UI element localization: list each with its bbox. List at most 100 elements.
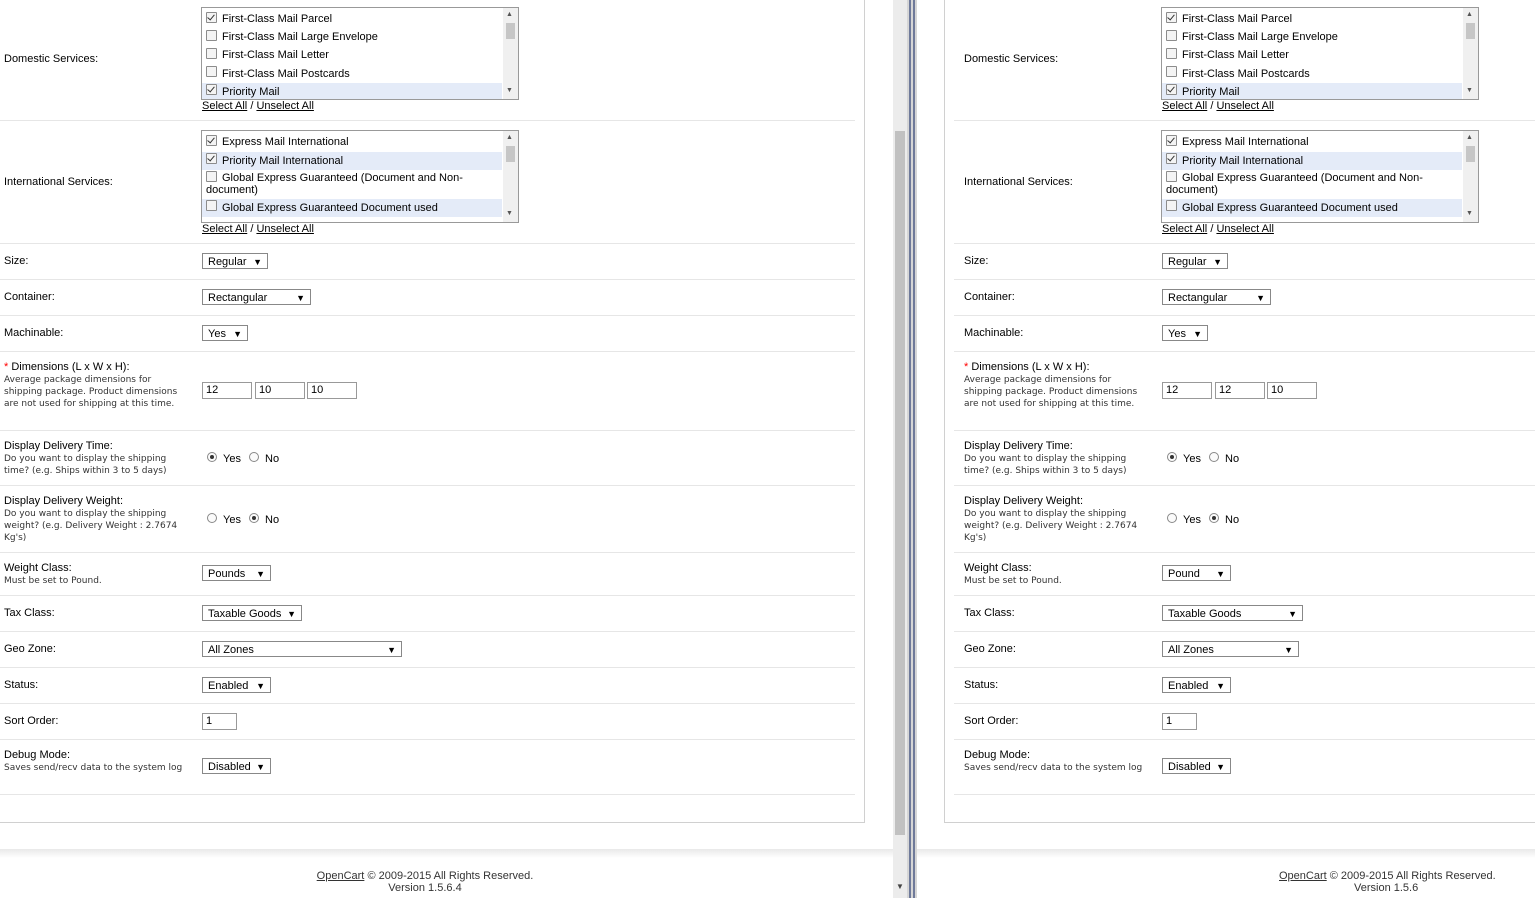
container-select[interactable]: Rectangular ▼ <box>1162 289 1271 305</box>
delivery-time-no-radio[interactable] <box>249 452 259 462</box>
unselect-all-link[interactable]: Unselect All <box>1216 223 1273 235</box>
unselect-all-link[interactable]: Unselect All <box>256 223 313 235</box>
tax-class-select[interactable]: Taxable Goods ▼ <box>202 605 302 621</box>
checkbox[interactable] <box>206 66 217 77</box>
delivery-time-no-radio[interactable] <box>1209 452 1219 462</box>
list-item[interactable]: Global Express Guaranteed Document used <box>1162 199 1462 217</box>
unselect-all-link[interactable]: Unselect All <box>256 100 313 112</box>
machinable-select[interactable]: Yes ▼ <box>1162 325 1208 341</box>
scroll-down-icon[interactable]: ▼ <box>506 210 513 218</box>
geo-zone-select[interactable]: All Zones ▼ <box>1162 641 1299 657</box>
scroll-thumb[interactable] <box>506 23 515 39</box>
checkbox[interactable] <box>206 200 217 211</box>
weight-class-select[interactable]: Pounds ▼ <box>202 565 271 581</box>
checkbox[interactable] <box>1166 135 1177 146</box>
international-services-list[interactable]: Express Mail International Priority Mail… <box>201 130 519 223</box>
list-item[interactable]: Priority Mail <box>1162 83 1462 99</box>
scroll-down-icon[interactable]: ▼ <box>1466 87 1473 95</box>
checkbox[interactable] <box>206 135 217 146</box>
list-item[interactable]: Express Mail International <box>1162 134 1462 152</box>
opencart-link[interactable]: OpenCart <box>1279 870 1327 882</box>
debug-mode-select[interactable]: Disabled ▼ <box>202 758 271 774</box>
list-item[interactable]: Global Express Guaranteed Document used <box>202 199 502 217</box>
status-select[interactable]: Enabled ▼ <box>1162 677 1231 693</box>
list-item[interactable]: First-Class Mail Parcel <box>1162 11 1462 29</box>
list-item[interactable]: First-Class Mail Large Envelope <box>202 29 502 47</box>
checkbox[interactable] <box>1166 200 1177 211</box>
checkbox[interactable] <box>206 153 217 164</box>
list-item[interactable]: Priority Mail <box>202 83 502 99</box>
scroll-thumb[interactable] <box>1466 23 1475 39</box>
list-item[interactable]: Global Express Guaranteed (Document and … <box>1162 170 1462 198</box>
debug-mode-select[interactable]: Disabled ▼ <box>1162 758 1231 774</box>
dimension-length-input[interactable]: 12 <box>1162 382 1212 399</box>
sort-order-input[interactable]: 1 <box>202 713 237 730</box>
dimension-height-input[interactable]: 10 <box>307 382 357 399</box>
page-scrollbar[interactable]: ▼ <box>893 0 907 898</box>
list-item[interactable]: Global Express Guaranteed (Document and … <box>202 170 502 198</box>
select-all-link[interactable]: Select All <box>202 223 247 235</box>
scroll-down-icon[interactable]: ▼ <box>506 87 513 95</box>
domestic-services-list[interactable]: First-Class Mail Parcel First-Class Mail… <box>1161 7 1479 100</box>
scroll-thumb[interactable] <box>895 131 905 835</box>
select-all-link[interactable]: Select All <box>1162 100 1207 112</box>
list-item[interactable]: Priority Mail International <box>202 152 502 170</box>
international-services-list[interactable]: Express Mail International Priority Mail… <box>1161 130 1479 223</box>
list-item[interactable]: First-Class Mail Letter <box>1162 47 1462 65</box>
checkbox[interactable] <box>1166 84 1177 95</box>
scroll-up-icon[interactable]: ▲ <box>506 11 513 19</box>
unselect-all-link[interactable]: Unselect All <box>1216 100 1273 112</box>
checkbox[interactable] <box>206 48 217 59</box>
checkbox[interactable] <box>206 12 217 23</box>
checkbox[interactable] <box>1166 153 1177 164</box>
geo-zone-select[interactable]: All Zones ▼ <box>202 641 402 657</box>
list-item[interactable]: First-Class Mail Letter <box>202 47 502 65</box>
status-select[interactable]: Enabled ▼ <box>202 677 271 693</box>
list-scrollbar[interactable]: ▲ ▼ <box>1463 131 1478 222</box>
delivery-weight-yes-radio[interactable] <box>207 513 217 523</box>
list-item[interactable]: First-Class Mail Parcel <box>202 11 502 29</box>
dimension-length-input[interactable]: 12 <box>202 382 252 399</box>
sort-order-input[interactable]: 1 <box>1162 713 1197 730</box>
size-select[interactable]: Regular ▼ <box>202 253 268 269</box>
scroll-down-icon[interactable]: ▼ <box>1466 210 1473 218</box>
checkbox[interactable] <box>206 84 217 95</box>
checkbox[interactable] <box>1166 12 1177 23</box>
delivery-weight-no-radio[interactable] <box>249 513 259 523</box>
list-scrollbar[interactable]: ▲ ▼ <box>503 131 518 222</box>
tax-class-select[interactable]: Taxable Goods ▼ <box>1162 605 1303 621</box>
dimension-height-input[interactable]: 10 <box>1267 382 1317 399</box>
delivery-weight-yes-radio[interactable] <box>1167 513 1177 523</box>
scroll-down-icon[interactable]: ▼ <box>896 882 904 891</box>
list-item[interactable]: Express Mail International <box>202 134 502 152</box>
machinable-select[interactable]: Yes ▼ <box>202 325 248 341</box>
split-divider[interactable] <box>907 0 917 898</box>
size-select[interactable]: Regular ▼ <box>1162 253 1228 269</box>
checkbox[interactable] <box>1166 48 1177 59</box>
scroll-up-icon[interactable]: ▲ <box>1466 134 1473 142</box>
delivery-time-yes-radio[interactable] <box>1167 452 1177 462</box>
delivery-time-yes-radio[interactable] <box>207 452 217 462</box>
opencart-link[interactable]: OpenCart <box>317 870 365 882</box>
dimension-width-input[interactable]: 10 <box>255 382 305 399</box>
list-item[interactable]: Priority Mail International <box>1162 152 1462 170</box>
scroll-up-icon[interactable]: ▲ <box>506 134 513 142</box>
scroll-up-icon[interactable]: ▲ <box>1466 11 1473 19</box>
checkbox[interactable] <box>1166 66 1177 77</box>
domestic-services-list[interactable]: First-Class Mail Parcel First-Class Mail… <box>201 7 519 100</box>
container-select[interactable]: Rectangular ▼ <box>202 289 311 305</box>
scroll-thumb[interactable] <box>1466 146 1475 162</box>
dimension-width-input[interactable]: 12 <box>1215 382 1265 399</box>
list-scrollbar[interactable]: ▲ ▼ <box>503 8 518 99</box>
list-item[interactable]: First-Class Mail Large Envelope <box>1162 29 1462 47</box>
checkbox[interactable] <box>206 30 217 41</box>
scroll-thumb[interactable] <box>506 146 515 162</box>
list-item[interactable]: First-Class Mail Postcards <box>202 65 502 83</box>
list-item[interactable]: First-Class Mail Postcards <box>1162 65 1462 83</box>
checkbox[interactable] <box>1166 30 1177 41</box>
delivery-weight-no-radio[interactable] <box>1209 513 1219 523</box>
weight-class-select[interactable]: Pound ▼ <box>1162 565 1231 581</box>
list-scrollbar[interactable]: ▲ ▼ <box>1463 8 1478 99</box>
select-all-link[interactable]: Select All <box>202 100 247 112</box>
select-all-link[interactable]: Select All <box>1162 223 1207 235</box>
